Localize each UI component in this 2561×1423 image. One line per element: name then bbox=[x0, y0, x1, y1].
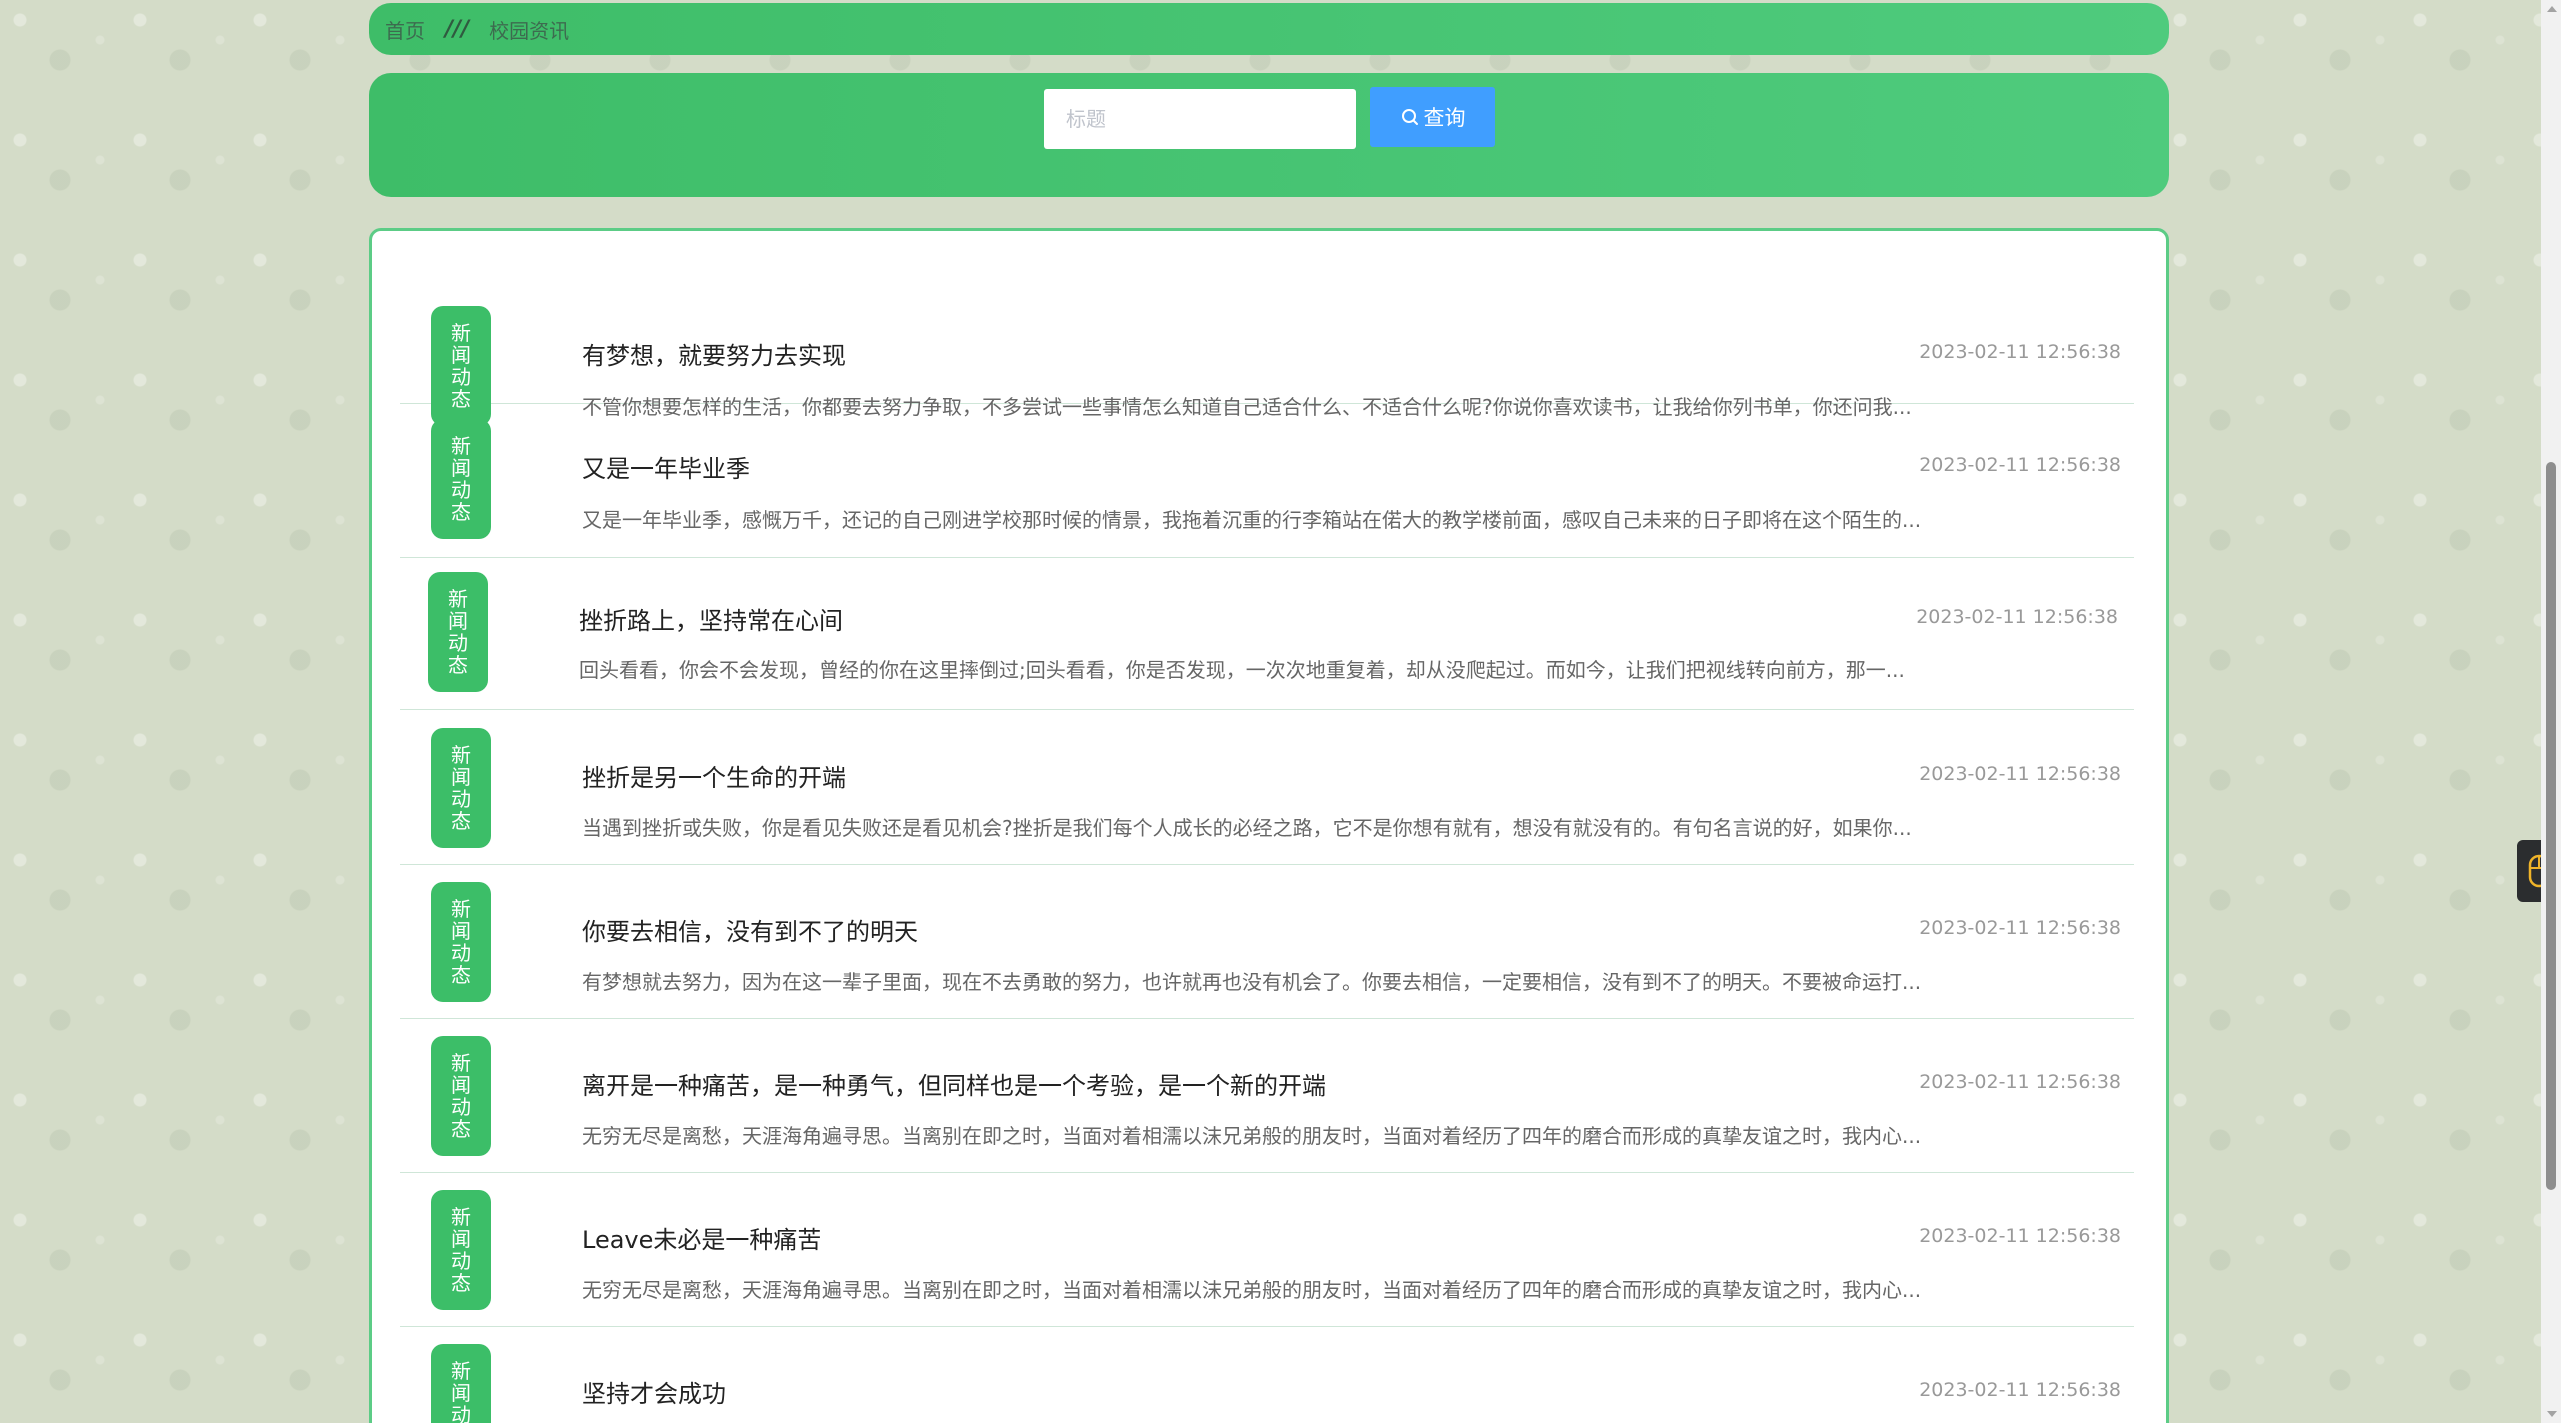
news-title[interactable]: 坚持才会成功 bbox=[582, 1374, 726, 1409]
breadcrumb-home-link[interactable]: 首页 bbox=[385, 15, 425, 44]
news-summary: 又是一年毕业季，感慨万千，还记的自己刚进学校那时候的情景，我拖着沉重的行李箱站在… bbox=[582, 508, 1922, 532]
news-title[interactable]: 你要去相信，没有到不了的明天 bbox=[582, 912, 918, 947]
news-list-item[interactable]: 新闻动态 Leave未必是一种痛苦 2023-02-11 12:56:38 无穷… bbox=[400, 1173, 2134, 1327]
news-title[interactable]: 有梦想，就要努力去实现 bbox=[582, 336, 846, 371]
news-date: 2023-02-11 12:56:38 bbox=[1916, 606, 2118, 628]
breadcrumb-separator: /// bbox=[445, 16, 470, 42]
news-list-item[interactable]: 新闻动态 挫折是另一个生命的开端 2023-02-11 12:56:38 当遇到… bbox=[400, 710, 2134, 865]
search-button[interactable]: 查询 bbox=[1370, 87, 1495, 147]
news-date: 2023-02-11 12:56:38 bbox=[1919, 1225, 2121, 1247]
news-title[interactable]: 挫折是另一个生命的开端 bbox=[582, 758, 846, 793]
news-summary: 回头看看，你会不会发现，曾经的你在这里摔倒过;回头看看，你是否发现，一次次地重复… bbox=[579, 658, 1905, 682]
news-list-item[interactable]: 新闻动态 挫折路上，坚持常在心间 2023-02-11 12:56:38 回头看… bbox=[400, 558, 2134, 710]
breadcrumb: 首页 /// 校园资讯 bbox=[369, 3, 2169, 55]
news-date: 2023-02-11 12:56:38 bbox=[1919, 1379, 2121, 1401]
news-list: 新闻动态 有梦想，就要努力去实现 2023-02-11 12:56:38 不管你… bbox=[369, 228, 2169, 1423]
scrollbar-thumb[interactable] bbox=[2546, 462, 2556, 1190]
search-icon bbox=[1401, 109, 1418, 125]
news-list-item[interactable]: 新闻动态 离开是一种痛苦，是一种勇气，但同样也是一个考验，是一个新的开端 202… bbox=[400, 1019, 2134, 1173]
news-date: 2023-02-11 12:56:38 bbox=[1919, 341, 2121, 363]
news-category-badge: 新闻动态 bbox=[431, 882, 491, 1002]
news-list-item[interactable]: 新闻动态 你要去相信，没有到不了的明天 2023-02-11 12:56:38 … bbox=[400, 865, 2134, 1019]
title-search-input[interactable] bbox=[1044, 89, 1356, 149]
news-summary: 无穷无尽是离愁，天涯海角遍寻思。当离别在即之时，当面对着相濡以沫兄弟般的朋友时，… bbox=[582, 1124, 1922, 1148]
news-category-badge: 新闻动态 bbox=[431, 1190, 491, 1310]
news-category-badge: 新闻动态 bbox=[431, 1036, 491, 1156]
news-summary: 当遇到挫折或失败，你是看见失败还是看见机会?挫折是我们每个人成长的必经之路，它不… bbox=[582, 816, 1912, 840]
news-summary: 有梦想就去努力，因为在这一辈子里面，现在不去勇敢的努力，也许就再也没有机会了。你… bbox=[582, 970, 1922, 994]
news-title[interactable]: Leave未必是一种痛苦 bbox=[582, 1220, 821, 1255]
page-scrollbar[interactable] bbox=[2541, 0, 2561, 1423]
news-summary: 无穷无尽是离愁，天涯海角遍寻思。当离别在即之时，当面对着相濡以沫兄弟般的朋友时，… bbox=[582, 1278, 1922, 1302]
news-category-badge: 新闻动态 bbox=[431, 728, 491, 848]
news-list-item[interactable]: 新闻动态 有梦想，就要努力去实现 2023-02-11 12:56:38 不管你… bbox=[400, 271, 2134, 426]
news-title[interactable]: 又是一年毕业季 bbox=[582, 449, 750, 484]
search-button-label: 查询 bbox=[1423, 106, 1466, 130]
scroll-up-arrow-icon[interactable] bbox=[2547, 6, 2557, 12]
news-category-badge: 新闻动态 bbox=[431, 1344, 491, 1423]
news-date: 2023-02-11 12:56:38 bbox=[1919, 454, 2121, 476]
breadcrumb-current: 校园资讯 bbox=[489, 18, 570, 43]
news-list-item[interactable]: 新闻动态 坚持才会成功 2023-02-11 12:56:38 bbox=[400, 1327, 2134, 1423]
news-list-item[interactable]: 新闻动态 又是一年毕业季 2023-02-11 12:56:38 又是一年毕业季… bbox=[400, 404, 2134, 558]
search-panel: 查询 bbox=[369, 73, 2169, 197]
news-category-badge: 新闻动态 bbox=[428, 572, 488, 692]
news-date: 2023-02-11 12:56:38 bbox=[1919, 1071, 2121, 1093]
news-title[interactable]: 挫折路上，坚持常在心间 bbox=[579, 601, 843, 636]
news-category-badge: 新闻动态 bbox=[431, 419, 491, 539]
scroll-down-arrow-icon[interactable] bbox=[2547, 1411, 2557, 1417]
news-date: 2023-02-11 12:56:38 bbox=[1919, 917, 2121, 939]
news-title[interactable]: 离开是一种痛苦，是一种勇气，但同样也是一个考验，是一个新的开端 bbox=[582, 1066, 1326, 1101]
news-date: 2023-02-11 12:56:38 bbox=[1919, 763, 2121, 785]
